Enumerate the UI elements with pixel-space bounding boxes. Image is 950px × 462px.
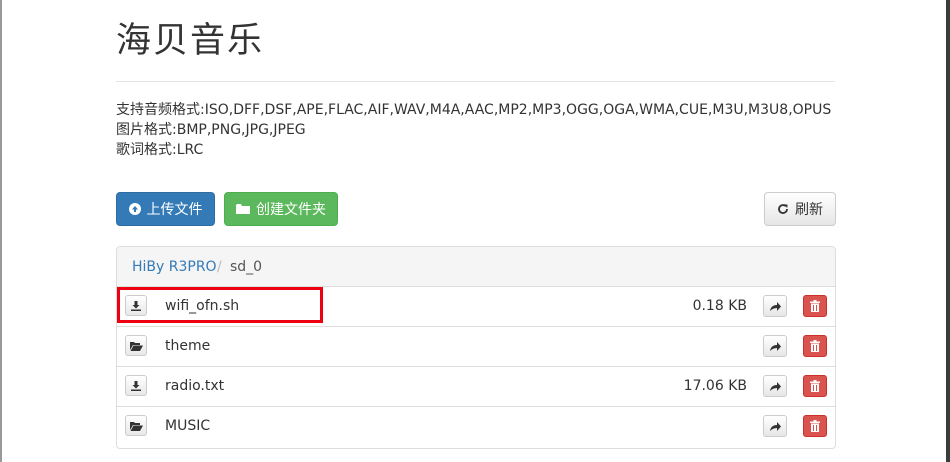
breadcrumb-current: sd_0 xyxy=(230,259,263,275)
file-size: 17.06 KB xyxy=(683,378,747,394)
window-left-edge xyxy=(0,0,2,462)
file-size: 0.18 KB xyxy=(692,298,747,314)
file-name[interactable]: radio.txt xyxy=(165,377,224,395)
upload-icon xyxy=(128,203,141,215)
folder-row[interactable]: MUSIC xyxy=(117,407,835,447)
breadcrumb-separator: / xyxy=(217,259,222,275)
share-icon[interactable] xyxy=(763,415,787,437)
title-divider xyxy=(116,81,835,82)
trash-icon[interactable] xyxy=(803,295,827,317)
folder-name[interactable]: MUSIC xyxy=(165,417,210,435)
folder-name[interactable]: theme xyxy=(165,337,210,355)
refresh-icon xyxy=(777,203,789,215)
trash-icon[interactable] xyxy=(803,375,827,397)
download-icon[interactable] xyxy=(125,295,147,316)
file-row[interactable]: radio.txt 17.06 KB xyxy=(117,367,835,407)
audio-formats-text: 支持音频格式:ISO,DFF,DSF,APE,FLAC,AIF,WAV,M4A,… xyxy=(116,102,832,118)
share-icon[interactable] xyxy=(763,295,787,317)
folder-row[interactable]: theme xyxy=(117,327,835,367)
window-right-edge xyxy=(946,0,950,462)
image-formats-text: 图片格式:BMP,PNG,JPG,JPEG xyxy=(116,122,306,138)
file-name[interactable]: wifi_ofn.sh xyxy=(165,297,239,315)
folder-icon xyxy=(236,203,250,215)
refresh-label: 刷新 xyxy=(795,202,823,218)
upload-file-label: 上传文件 xyxy=(146,202,203,218)
breadcrumb-root-link[interactable]: HiBy R3PRO xyxy=(132,258,217,276)
folder-open-icon[interactable] xyxy=(125,335,147,356)
supported-formats: 支持音频格式:ISO,DFF,DSF,APE,FLAC,AIF,WAV,M4A,… xyxy=(116,100,831,160)
folder-open-icon[interactable] xyxy=(125,415,147,436)
trash-icon[interactable] xyxy=(803,415,827,437)
file-row[interactable]: wifi_ofn.sh 0.18 KB xyxy=(117,287,835,327)
share-icon[interactable] xyxy=(763,335,787,357)
share-icon[interactable] xyxy=(763,375,787,397)
page-title: 海贝音乐 xyxy=(116,21,265,61)
download-icon[interactable] xyxy=(125,375,147,396)
trash-icon[interactable] xyxy=(803,335,827,357)
upload-file-button[interactable]: 上传文件 xyxy=(116,192,215,226)
breadcrumb: HiBy R3PRO / sd_0 xyxy=(117,247,835,287)
lyrics-formats-text: 歌词格式:LRC xyxy=(116,142,204,158)
file-list-panel: HiBy R3PRO / sd_0 wifi_ofn.sh 0.18 KB th… xyxy=(116,246,836,449)
create-folder-button[interactable]: 创建文件夹 xyxy=(224,192,338,226)
create-folder-label: 创建文件夹 xyxy=(256,202,326,218)
refresh-button[interactable]: 刷新 xyxy=(764,192,836,226)
